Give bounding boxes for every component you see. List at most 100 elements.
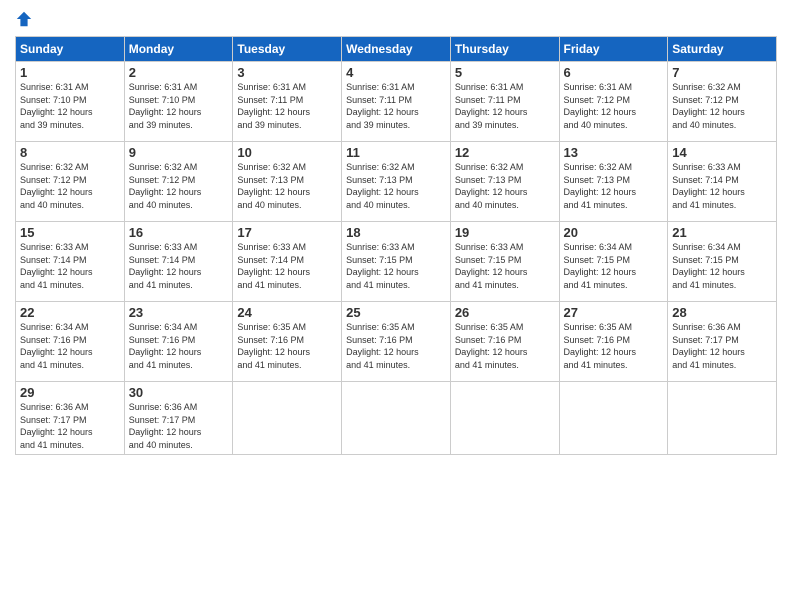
day-info: Sunrise: 6:35 AMSunset: 7:16 PMDaylight:… — [455, 322, 528, 370]
header — [15, 10, 777, 28]
calendar-cell: 22 Sunrise: 6:34 AMSunset: 7:16 PMDaylig… — [16, 302, 125, 382]
day-number: 17 — [237, 225, 337, 240]
page: SundayMondayTuesdayWednesdayThursdayFrid… — [0, 0, 792, 612]
calendar-cell: 26 Sunrise: 6:35 AMSunset: 7:16 PMDaylig… — [450, 302, 559, 382]
day-number: 23 — [129, 305, 229, 320]
calendar-cell — [342, 382, 451, 455]
day-info: Sunrise: 6:34 AMSunset: 7:15 PMDaylight:… — [672, 242, 745, 290]
calendar-cell: 24 Sunrise: 6:35 AMSunset: 7:16 PMDaylig… — [233, 302, 342, 382]
day-header-thursday: Thursday — [450, 37, 559, 62]
calendar-cell: 28 Sunrise: 6:36 AMSunset: 7:17 PMDaylig… — [668, 302, 777, 382]
week-row-5: 29 Sunrise: 6:36 AMSunset: 7:17 PMDaylig… — [16, 382, 777, 455]
day-info: Sunrise: 6:33 AMSunset: 7:14 PMDaylight:… — [129, 242, 202, 290]
day-header-saturday: Saturday — [668, 37, 777, 62]
day-number: 20 — [564, 225, 664, 240]
calendar-cell: 23 Sunrise: 6:34 AMSunset: 7:16 PMDaylig… — [124, 302, 233, 382]
calendar-cell: 2 Sunrise: 6:31 AMSunset: 7:10 PMDayligh… — [124, 62, 233, 142]
day-number: 27 — [564, 305, 664, 320]
day-number: 9 — [129, 145, 229, 160]
calendar-body: 1 Sunrise: 6:31 AMSunset: 7:10 PMDayligh… — [16, 62, 777, 455]
day-info: Sunrise: 6:31 AMSunset: 7:11 PMDaylight:… — [455, 82, 528, 130]
calendar-cell: 14 Sunrise: 6:33 AMSunset: 7:14 PMDaylig… — [668, 142, 777, 222]
day-info: Sunrise: 6:32 AMSunset: 7:13 PMDaylight:… — [564, 162, 637, 210]
calendar-cell: 30 Sunrise: 6:36 AMSunset: 7:17 PMDaylig… — [124, 382, 233, 455]
calendar-header-row: SundayMondayTuesdayWednesdayThursdayFrid… — [16, 37, 777, 62]
logo — [15, 10, 35, 28]
week-row-1: 1 Sunrise: 6:31 AMSunset: 7:10 PMDayligh… — [16, 62, 777, 142]
day-number: 28 — [672, 305, 772, 320]
day-info: Sunrise: 6:32 AMSunset: 7:13 PMDaylight:… — [346, 162, 419, 210]
calendar-cell: 7 Sunrise: 6:32 AMSunset: 7:12 PMDayligh… — [668, 62, 777, 142]
day-header-wednesday: Wednesday — [342, 37, 451, 62]
calendar-cell: 19 Sunrise: 6:33 AMSunset: 7:15 PMDaylig… — [450, 222, 559, 302]
day-number: 4 — [346, 65, 446, 80]
day-info: Sunrise: 6:36 AMSunset: 7:17 PMDaylight:… — [129, 402, 202, 450]
calendar-cell: 9 Sunrise: 6:32 AMSunset: 7:12 PMDayligh… — [124, 142, 233, 222]
day-header-friday: Friday — [559, 37, 668, 62]
day-info: Sunrise: 6:33 AMSunset: 7:14 PMDaylight:… — [237, 242, 310, 290]
calendar-cell: 13 Sunrise: 6:32 AMSunset: 7:13 PMDaylig… — [559, 142, 668, 222]
day-number: 6 — [564, 65, 664, 80]
day-header-monday: Monday — [124, 37, 233, 62]
calendar-cell: 6 Sunrise: 6:31 AMSunset: 7:12 PMDayligh… — [559, 62, 668, 142]
week-row-4: 22 Sunrise: 6:34 AMSunset: 7:16 PMDaylig… — [16, 302, 777, 382]
day-number: 19 — [455, 225, 555, 240]
calendar-cell — [668, 382, 777, 455]
day-number: 12 — [455, 145, 555, 160]
day-number: 14 — [672, 145, 772, 160]
day-number: 1 — [20, 65, 120, 80]
calendar-cell — [233, 382, 342, 455]
day-number: 24 — [237, 305, 337, 320]
day-number: 3 — [237, 65, 337, 80]
calendar-cell: 1 Sunrise: 6:31 AMSunset: 7:10 PMDayligh… — [16, 62, 125, 142]
day-info: Sunrise: 6:34 AMSunset: 7:15 PMDaylight:… — [564, 242, 637, 290]
day-info: Sunrise: 6:31 AMSunset: 7:10 PMDaylight:… — [20, 82, 93, 130]
calendar-cell: 8 Sunrise: 6:32 AMSunset: 7:12 PMDayligh… — [16, 142, 125, 222]
calendar-cell: 11 Sunrise: 6:32 AMSunset: 7:13 PMDaylig… — [342, 142, 451, 222]
calendar-cell: 21 Sunrise: 6:34 AMSunset: 7:15 PMDaylig… — [668, 222, 777, 302]
day-info: Sunrise: 6:32 AMSunset: 7:12 PMDaylight:… — [20, 162, 93, 210]
day-info: Sunrise: 6:35 AMSunset: 7:16 PMDaylight:… — [564, 322, 637, 370]
day-info: Sunrise: 6:32 AMSunset: 7:13 PMDaylight:… — [237, 162, 310, 210]
day-number: 18 — [346, 225, 446, 240]
day-number: 11 — [346, 145, 446, 160]
calendar-cell: 25 Sunrise: 6:35 AMSunset: 7:16 PMDaylig… — [342, 302, 451, 382]
day-header-tuesday: Tuesday — [233, 37, 342, 62]
day-info: Sunrise: 6:31 AMSunset: 7:11 PMDaylight:… — [346, 82, 419, 130]
calendar-cell: 17 Sunrise: 6:33 AMSunset: 7:14 PMDaylig… — [233, 222, 342, 302]
day-number: 15 — [20, 225, 120, 240]
calendar-cell: 10 Sunrise: 6:32 AMSunset: 7:13 PMDaylig… — [233, 142, 342, 222]
calendar-cell: 16 Sunrise: 6:33 AMSunset: 7:14 PMDaylig… — [124, 222, 233, 302]
day-info: Sunrise: 6:32 AMSunset: 7:12 PMDaylight:… — [672, 82, 745, 130]
day-number: 2 — [129, 65, 229, 80]
day-number: 22 — [20, 305, 120, 320]
week-row-3: 15 Sunrise: 6:33 AMSunset: 7:14 PMDaylig… — [16, 222, 777, 302]
day-info: Sunrise: 6:33 AMSunset: 7:14 PMDaylight:… — [672, 162, 745, 210]
day-info: Sunrise: 6:33 AMSunset: 7:14 PMDaylight:… — [20, 242, 93, 290]
day-number: 5 — [455, 65, 555, 80]
day-info: Sunrise: 6:35 AMSunset: 7:16 PMDaylight:… — [346, 322, 419, 370]
day-info: Sunrise: 6:36 AMSunset: 7:17 PMDaylight:… — [672, 322, 745, 370]
day-info: Sunrise: 6:32 AMSunset: 7:13 PMDaylight:… — [455, 162, 528, 210]
day-number: 21 — [672, 225, 772, 240]
week-row-2: 8 Sunrise: 6:32 AMSunset: 7:12 PMDayligh… — [16, 142, 777, 222]
day-info: Sunrise: 6:34 AMSunset: 7:16 PMDaylight:… — [129, 322, 202, 370]
day-number: 8 — [20, 145, 120, 160]
calendar-cell: 12 Sunrise: 6:32 AMSunset: 7:13 PMDaylig… — [450, 142, 559, 222]
day-number: 16 — [129, 225, 229, 240]
calendar-cell: 27 Sunrise: 6:35 AMSunset: 7:16 PMDaylig… — [559, 302, 668, 382]
day-info: Sunrise: 6:31 AMSunset: 7:11 PMDaylight:… — [237, 82, 310, 130]
calendar-cell: 18 Sunrise: 6:33 AMSunset: 7:15 PMDaylig… — [342, 222, 451, 302]
calendar-cell — [450, 382, 559, 455]
day-number: 10 — [237, 145, 337, 160]
calendar-cell: 20 Sunrise: 6:34 AMSunset: 7:15 PMDaylig… — [559, 222, 668, 302]
day-info: Sunrise: 6:33 AMSunset: 7:15 PMDaylight:… — [346, 242, 419, 290]
day-info: Sunrise: 6:35 AMSunset: 7:16 PMDaylight:… — [237, 322, 310, 370]
day-info: Sunrise: 6:36 AMSunset: 7:17 PMDaylight:… — [20, 402, 93, 450]
day-number: 13 — [564, 145, 664, 160]
day-header-sunday: Sunday — [16, 37, 125, 62]
calendar: SundayMondayTuesdayWednesdayThursdayFrid… — [15, 36, 777, 455]
day-number: 26 — [455, 305, 555, 320]
day-info: Sunrise: 6:32 AMSunset: 7:12 PMDaylight:… — [129, 162, 202, 210]
day-info: Sunrise: 6:33 AMSunset: 7:15 PMDaylight:… — [455, 242, 528, 290]
